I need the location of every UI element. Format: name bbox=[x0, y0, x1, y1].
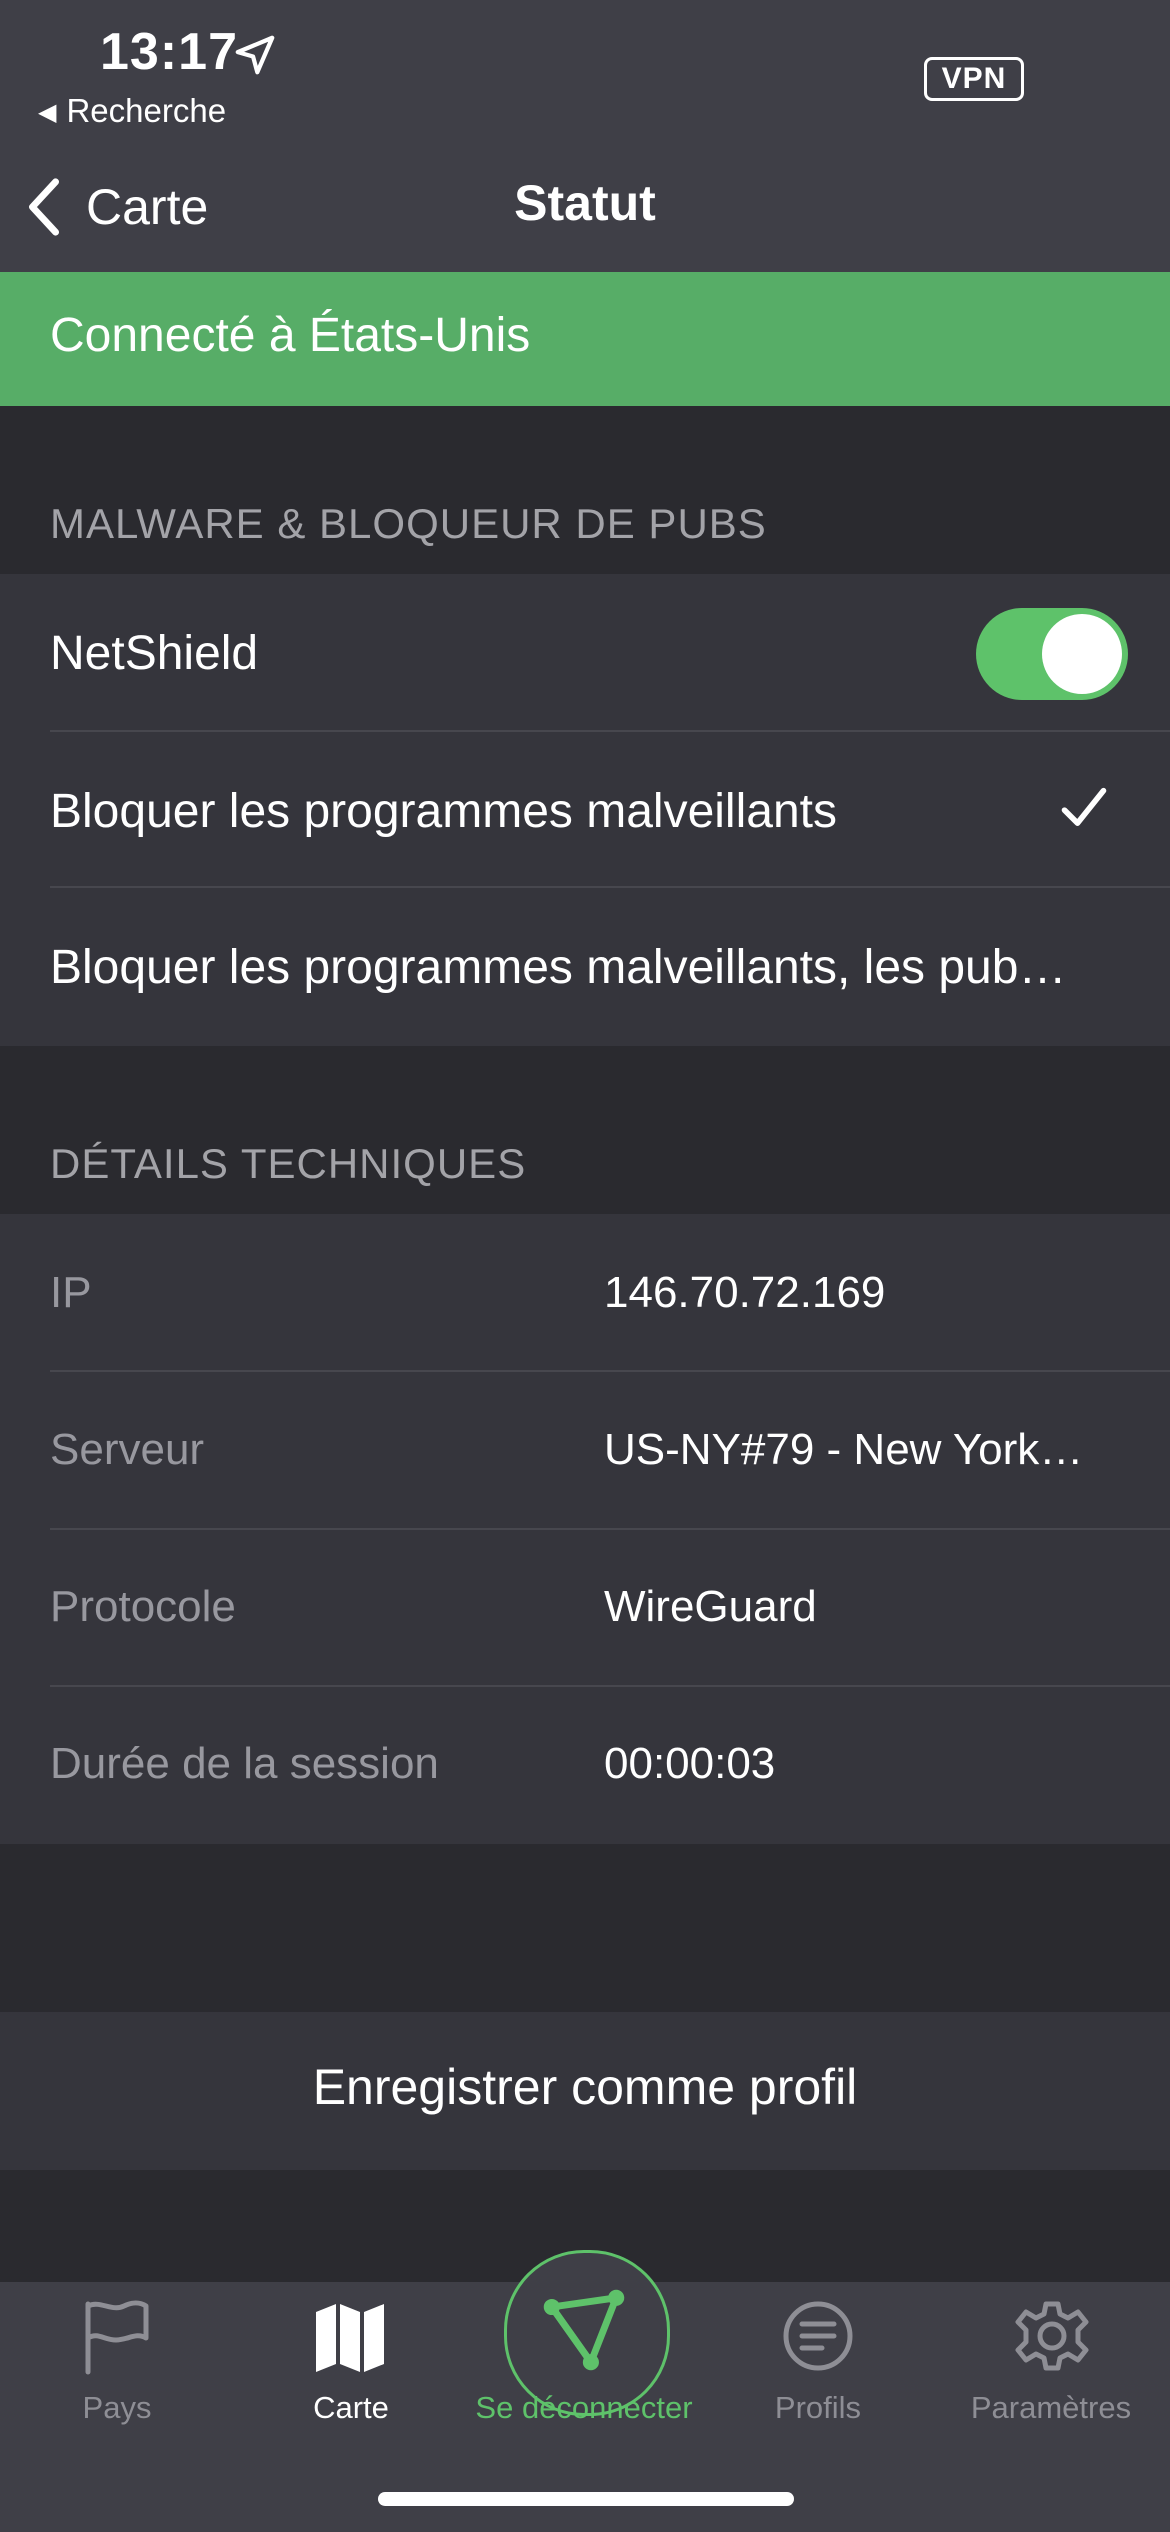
tech-value-session: 00:00:03 bbox=[604, 1739, 776, 1788]
option-label-malware-ads: Bloquer les programmes malveillants, les… bbox=[50, 941, 1067, 994]
tech-value-server: US-NY#79 - New York… bbox=[604, 1425, 1084, 1474]
tech-value-ip: 146.70.72.169 bbox=[604, 1268, 886, 1317]
tech-label-server: Serveur bbox=[50, 1425, 205, 1474]
divider bbox=[50, 1528, 1170, 1530]
tech-label-session: Durée de la session bbox=[50, 1739, 439, 1788]
divider bbox=[50, 1370, 1170, 1372]
gear-icon bbox=[1015, 2301, 1089, 2371]
home-indicator bbox=[378, 2492, 794, 2506]
section-title-tech: DÉTAILS TECHNIQUES bbox=[50, 1140, 527, 1187]
tab-label-pays: Pays bbox=[82, 2390, 152, 2425]
back-triangle-icon: ◀ bbox=[38, 99, 57, 126]
tab-label-profils: Profils bbox=[774, 2390, 862, 2425]
flag-icon bbox=[85, 2300, 149, 2375]
location-arrow-icon bbox=[235, 35, 275, 75]
tab-label-parametres: Paramètres bbox=[970, 2390, 1132, 2425]
profiles-icon bbox=[783, 2301, 853, 2371]
tab-label-disconnect: Se déconnecter bbox=[475, 2390, 693, 2425]
tech-label-protocol: Protocole bbox=[50, 1582, 236, 1631]
divider bbox=[50, 1685, 1170, 1687]
vpn-badge: VPN bbox=[924, 57, 1024, 101]
vpn-connect-icon bbox=[543, 2289, 625, 2371]
section-title-malware: MALWARE & BLOQUEUR DE PUBS bbox=[50, 500, 767, 547]
back-app-label: Recherche bbox=[66, 92, 227, 129]
status-time: 13:17 bbox=[100, 23, 238, 81]
netshield-label: NetShield bbox=[50, 627, 259, 680]
connection-status-text: Connecté à États-Unis bbox=[50, 309, 531, 362]
map-icon bbox=[316, 2304, 384, 2372]
netshield-toggle-knob bbox=[1042, 614, 1122, 694]
back-to-app-link[interactable]: ◀ Recherche bbox=[38, 92, 226, 130]
option-label-malware: Bloquer les programmes malveillants bbox=[50, 785, 837, 838]
tab-label-carte: Carte bbox=[313, 2390, 389, 2425]
page-title: Statut bbox=[514, 175, 656, 231]
tech-value-protocol: WireGuard bbox=[604, 1582, 817, 1631]
tech-label-ip: IP bbox=[50, 1268, 92, 1317]
save-as-profile-label: Enregistrer comme profil bbox=[312, 2059, 858, 2115]
checkmark-icon bbox=[1061, 787, 1107, 826]
